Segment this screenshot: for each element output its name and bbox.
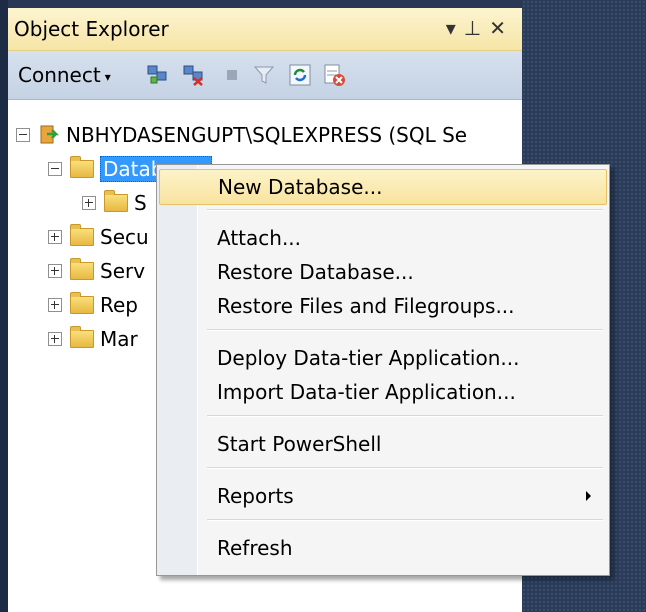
- expand-icon[interactable]: [48, 230, 62, 244]
- connect-button[interactable]: Connect ▾: [18, 63, 111, 87]
- server-objects-label: Serv: [100, 259, 146, 283]
- expand-icon[interactable]: [48, 298, 62, 312]
- security-label: Secu: [100, 225, 149, 249]
- tree-node-replication[interactable]: Rep: [48, 288, 138, 322]
- window-left-edge: [0, 0, 8, 612]
- collapse-icon[interactable]: [16, 128, 30, 142]
- folder-icon: [70, 224, 94, 246]
- title-controls: ▾⊥✕: [446, 16, 514, 40]
- folder-icon: [70, 156, 94, 178]
- object-explorer-toolbar: Connect ▾: [8, 51, 522, 100]
- menu-item-label: Deploy Data-tier Application...: [217, 346, 520, 370]
- menu-item-label: Start PowerShell: [217, 432, 382, 456]
- replication-label: Rep: [100, 293, 138, 317]
- panel-title: Object Explorer: [14, 17, 169, 41]
- menu-separator: [207, 519, 603, 521]
- chevron-down-icon: ▾: [104, 69, 111, 84]
- menu-item-refresh[interactable]: Refresh: [159, 531, 605, 565]
- server-label: NBHYDASENGUPT\SQLEXPRESS (SQL Se: [66, 123, 468, 147]
- folder-icon: [70, 258, 94, 280]
- tree-node-security[interactable]: Secu: [48, 220, 149, 254]
- disconnect-icon[interactable]: [182, 63, 206, 87]
- menu-item-label: Attach...: [217, 226, 302, 250]
- tree-node-server-objects[interactable]: Serv: [48, 254, 145, 288]
- collapse-icon[interactable]: [48, 162, 62, 176]
- filter-icon[interactable]: [252, 63, 276, 87]
- system-databases-label: S: [134, 191, 147, 215]
- window-position-icon[interactable]: ▾: [446, 16, 464, 40]
- folder-icon: [70, 326, 94, 348]
- menu-separator: [207, 209, 603, 211]
- context-menu: New Database... Attach... Restore Databa…: [156, 164, 610, 576]
- folder-icon: [70, 292, 94, 314]
- menu-separator: [207, 415, 603, 417]
- menu-separator: [207, 467, 603, 469]
- tree-node-system-databases[interactable]: S: [82, 186, 147, 220]
- submenu-arrow-icon: [586, 491, 591, 501]
- menu-item-attach[interactable]: Attach...: [159, 221, 605, 255]
- stop-icon[interactable]: [220, 63, 244, 87]
- menu-item-restore-files-filegroups[interactable]: Restore Files and Filegroups...: [159, 289, 605, 323]
- menu-separator: [207, 329, 603, 331]
- menu-item-label: Reports: [217, 484, 294, 508]
- menu-item-label: Restore Database...: [217, 260, 414, 284]
- menu-item-reports[interactable]: Reports: [159, 479, 605, 513]
- menu-item-import-data-tier[interactable]: Import Data-tier Application...: [159, 375, 605, 409]
- menu-item-label: Refresh: [217, 536, 293, 560]
- activity-monitor-icon[interactable]: [322, 63, 346, 87]
- close-icon[interactable]: ✕: [489, 16, 514, 40]
- expand-icon[interactable]: [82, 196, 96, 210]
- menu-item-new-database[interactable]: New Database...: [159, 169, 607, 205]
- connect-object-explorer-icon[interactable]: [146, 63, 170, 87]
- menu-item-label: Restore Files and Filegroups...: [217, 294, 515, 318]
- tree-node-management[interactable]: Mar: [48, 322, 138, 356]
- object-explorer-title-bar[interactable]: Object Explorer ▾⊥✕: [8, 8, 522, 51]
- database-server-icon: [40, 125, 60, 144]
- menu-item-restore-database[interactable]: Restore Database...: [159, 255, 605, 289]
- expand-icon[interactable]: [48, 332, 62, 346]
- tree-node-server[interactable]: NBHYDASENGUPT\SQLEXPRESS (SQL Se: [16, 118, 467, 152]
- menu-item-start-powershell[interactable]: Start PowerShell: [159, 427, 605, 461]
- folder-icon: [104, 190, 128, 212]
- menu-item-label: Import Data-tier Application...: [217, 380, 516, 404]
- expand-icon[interactable]: [48, 264, 62, 278]
- menu-item-label: New Database...: [218, 175, 383, 199]
- pin-icon[interactable]: ⊥: [464, 16, 489, 40]
- menu-item-deploy-data-tier[interactable]: Deploy Data-tier Application...: [159, 341, 605, 375]
- refresh-icon[interactable]: [288, 63, 312, 87]
- connect-label: Connect: [18, 63, 101, 87]
- management-label: Mar: [100, 327, 138, 351]
